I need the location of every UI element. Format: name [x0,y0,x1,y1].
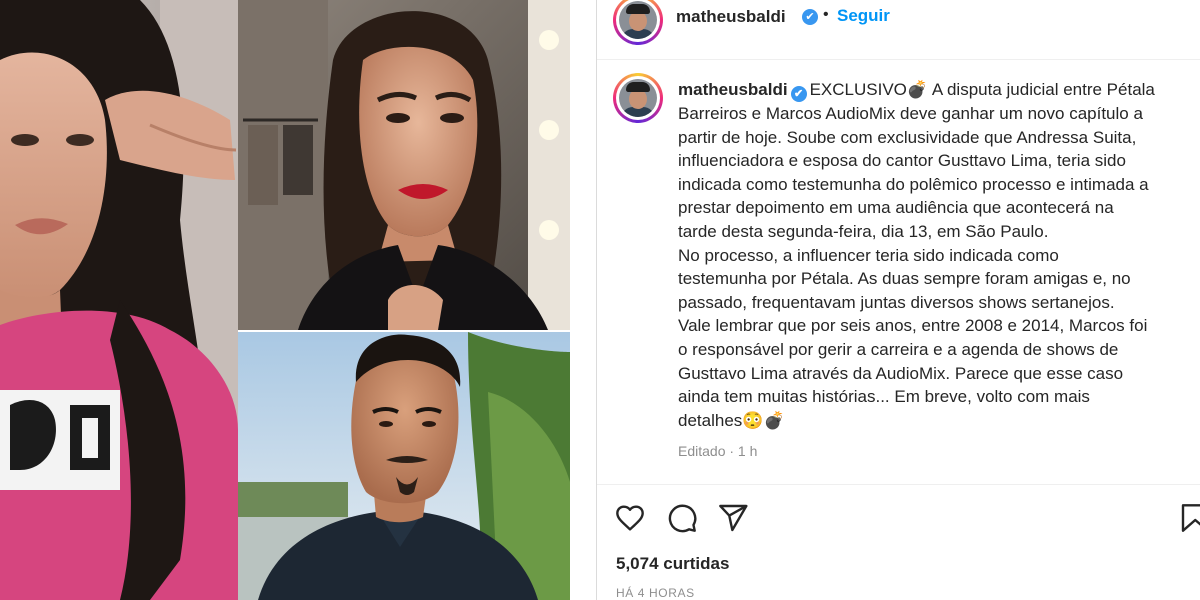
post-time: HÁ 4 HORAS [616,586,695,600]
avatar-ring-inner [616,76,660,120]
screenshot: matheusbaldi ✔ • Seguir matheusbaldi ✔ EXC… [0,0,1200,600]
caption-line: indicada como testemunha do polêmico pro… [678,174,1149,194]
photo-collage [0,0,596,600]
caption-line: tarde desta segunda-feira, dia 13, em Sã… [678,221,1049,241]
post-header: matheusbaldi ✔ • Seguir [597,0,1200,60]
caption-line: matheusbaldi ✔ EXCLUSIVO💣 A disputa judici… [678,78,1193,102]
caption-avatar[interactable] [613,73,663,123]
avatar-photo [619,1,657,39]
comment-icon[interactable] [666,502,698,534]
avatar-cap [626,4,650,14]
collage-gutter [570,0,596,600]
avatar-face [629,89,647,109]
actions-divider [597,484,1200,485]
caption-line: o responsável por gerir a carreira e a a… [678,339,1119,359]
avatar[interactable] [613,0,663,45]
avatar-face [629,11,647,31]
verified-badge-icon: ✔ [802,9,818,25]
caption-line: Barreiros e Marcos AudioMix deve ganhar … [678,104,1143,123]
photo-woman-red-lips [238,0,570,330]
post-caption: matheusbaldi ✔ EXCLUSIVO💣 A disputa judici… [678,78,1193,432]
bookmark-icon[interactable] [1181,502,1200,534]
caption-line: Gusttavo Lima através da AudioMix. Parec… [678,363,1124,383]
post-panel: matheusbaldi ✔ • Seguir matheusbaldi ✔ EXC… [597,0,1200,600]
caption-line: prestar depoimento em uma audiência que … [678,198,1114,218]
header-username[interactable]: matheusbaldi [676,7,786,27]
avatar-ring-inner [616,0,660,42]
caption-line: No processo, a influencer teria sido ind… [678,245,1059,265]
caption-line: testemunha por Pétala. As duas sempre fo… [678,269,1131,289]
avatar-photo [619,79,657,117]
caption-text: EXCLUSIVO💣 A disputa judicial entre Péta… [809,80,1155,99]
share-icon[interactable] [717,502,749,534]
likes-count[interactable]: 5,074 curtidas [616,554,729,574]
caption-line: influenciadora e esposa do cantor Gustta… [678,151,1126,171]
verified-badge-icon: ✔ [790,86,807,102]
heart-icon[interactable] [614,502,646,534]
follow-button[interactable]: Seguir [837,6,890,26]
photo-man-outdoors [238,332,570,600]
caption-username[interactable]: matheusbaldi [678,80,788,99]
header-separator: • [823,6,829,23]
caption-line: ainda tem muitas histórias... Em breve, … [678,387,1090,407]
caption-line: detalhes😳💣 [678,410,785,430]
photo-woman-pink-sweater [0,0,238,600]
avatar-cap [626,82,650,92]
caption-line: partir de hoje. Soube com exclusividade … [678,127,1137,147]
caption-line: passado, frequentavam juntas diversos sh… [678,292,1115,312]
caption-line: Vale lembrar que por seis anos, entre 20… [678,316,1148,336]
caption-meta: Editado · 1 h [678,443,758,459]
